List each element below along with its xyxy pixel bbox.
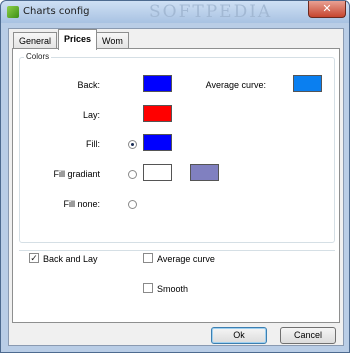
fill-none-label: Fill none: [63, 199, 100, 209]
gradient-end-color-swatch[interactable] [190, 164, 219, 181]
tab-general[interactable]: General [13, 32, 58, 49]
back-color-swatch[interactable] [143, 75, 172, 92]
dialog-window: Charts config SOFTPEDIA ✕ General Prices… [0, 0, 350, 353]
cancel-button[interactable]: Cancel [280, 327, 336, 344]
tab-prices[interactable]: Prices [58, 29, 98, 50]
lay-color-swatch[interactable] [143, 105, 172, 122]
section-divider [19, 250, 335, 251]
radio-selected-dot [131, 143, 134, 146]
average-curve-color-swatch[interactable] [293, 75, 322, 92]
colors-group: Colors Back: Average curve: Lay: Fill: F… [19, 52, 335, 243]
gradient-start-color-swatch[interactable] [143, 164, 172, 181]
ok-button[interactable]: Ok [211, 327, 267, 344]
average-curve-checkbox[interactable] [143, 253, 153, 263]
window-title: Charts config [23, 6, 90, 17]
back-label: Back: [77, 80, 100, 90]
tab-wom[interactable]: Wom [96, 32, 129, 49]
fill-none-radio[interactable] [128, 200, 137, 209]
fill-label: Fill: [86, 139, 100, 149]
average-curve-option-label: Average curve [157, 254, 215, 264]
tab-panel-prices: Colors Back: Average curve: Lay: Fill: F… [12, 48, 340, 323]
dialog-client-area: General Prices Wom Colors Back: Average … [8, 28, 344, 346]
fill-gradient-label: Fill gradiant [53, 169, 100, 179]
smooth-label: Smooth [157, 284, 189, 294]
close-button[interactable]: ✕ [308, 1, 346, 18]
title-bar[interactable]: Charts config SOFTPEDIA ✕ [1, 1, 349, 23]
average-curve-label: Average curve: [205, 80, 266, 90]
smooth-checkbox[interactable] [143, 283, 153, 293]
chart-app-icon [7, 6, 19, 18]
lay-label: Lay: [82, 110, 100, 120]
colors-group-label: Colors [24, 52, 52, 61]
fill-color-swatch[interactable] [143, 134, 172, 151]
back-and-lay-label: Back and Lay [43, 254, 98, 264]
fill-gradient-radio[interactable] [128, 170, 137, 179]
back-and-lay-checkbox[interactable]: ✓ [29, 253, 39, 263]
watermark: SOFTPEDIA [149, 2, 273, 22]
fill-radio[interactable] [128, 140, 137, 149]
